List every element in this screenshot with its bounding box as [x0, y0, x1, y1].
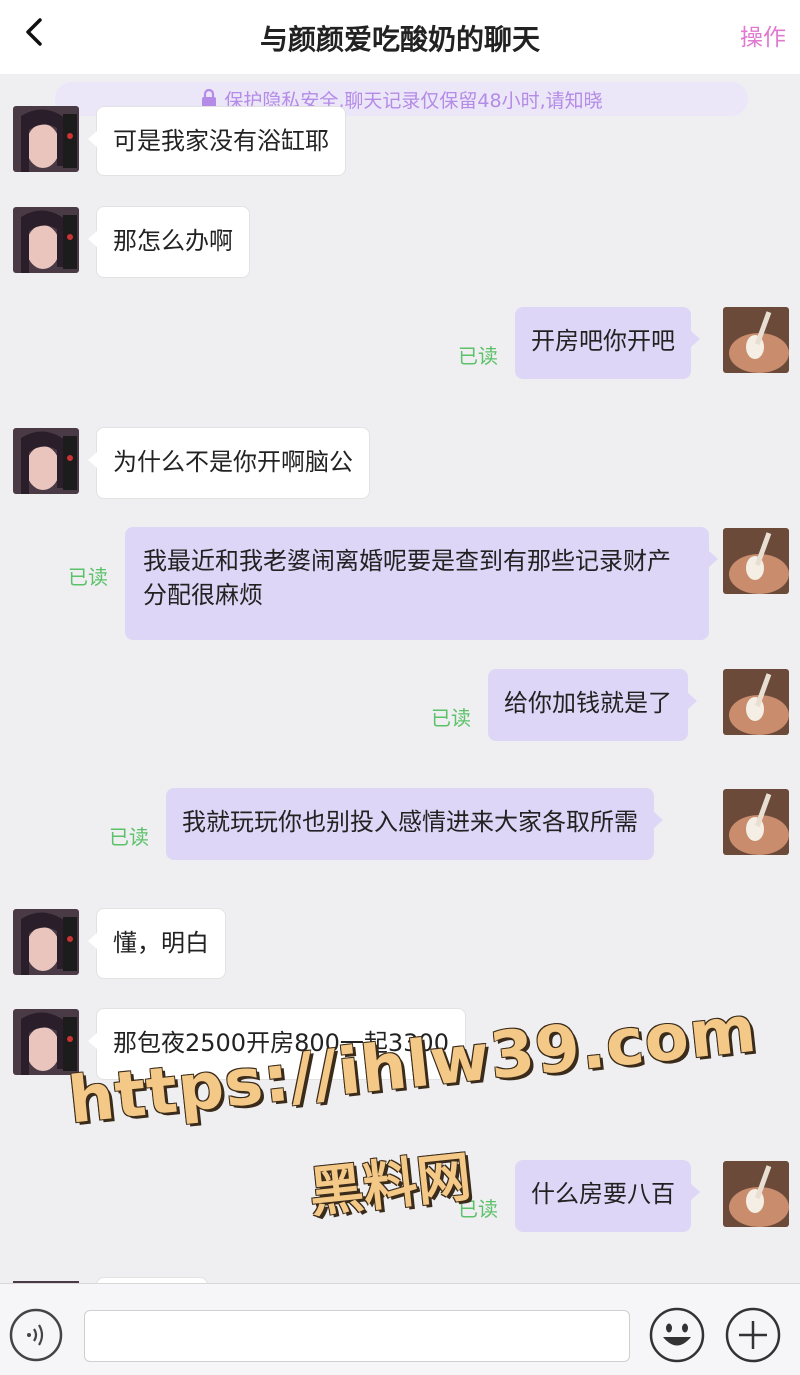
read-status: 已读 — [431, 706, 471, 730]
header-bar: 与颜颜爱吃酸奶的聊天 操作 — [0, 0, 800, 74]
voice-icon — [9, 1308, 63, 1362]
message-bubble-right: 我就玩玩你也别投入感情进来大家各取所需 — [166, 788, 663, 860]
plus-icon — [725, 1307, 781, 1363]
contact-avatar[interactable] — [13, 1009, 79, 1075]
contact-avatar[interactable] — [13, 428, 79, 494]
my-avatar[interactable] — [723, 1161, 789, 1227]
message-bubble-left: 那怎么办啊 — [88, 206, 250, 278]
read-status: 已读 — [458, 344, 498, 368]
plus-button[interactable] — [724, 1306, 782, 1364]
message-bubble-left: 懂，明白 — [88, 908, 226, 979]
message-bubble-left: 那包夜2500开房800一起3300 — [88, 1008, 466, 1080]
my-avatar[interactable] — [723, 669, 789, 735]
smiley-icon — [649, 1307, 705, 1363]
my-avatar[interactable] — [723, 789, 789, 855]
contact-avatar[interactable] — [13, 207, 79, 273]
message-bubble-right: 开房吧你开吧 — [515, 307, 700, 379]
message-input[interactable] — [84, 1310, 630, 1362]
message-bubble-right: 什么房要八百 — [515, 1160, 700, 1232]
my-avatar[interactable] — [723, 307, 789, 373]
read-status: 已读 — [109, 825, 149, 849]
action-button[interactable]: 操作 — [740, 18, 786, 52]
input-bar — [0, 1283, 800, 1375]
my-avatar[interactable] — [723, 528, 789, 594]
chat-title: 与颜颜爱吃酸奶的聊天 — [259, 23, 540, 56]
message-bubble-right: 给你加钱就是了 — [488, 669, 697, 741]
chat-screen: 与颜颜爱吃酸奶的聊天 操作 保护隐私安全,聊天记录仅保留48小时,请知晓 可是我… — [0, 0, 800, 1375]
back-button[interactable] — [18, 14, 54, 50]
message-bubble-right: 我最近和我老婆闹离婚呢要是查到有那些记录财产分配很麻烦 — [125, 527, 718, 640]
chevron-left-icon — [26, 18, 42, 46]
contact-avatar[interactable] — [13, 909, 79, 975]
read-status: 已读 — [68, 565, 108, 589]
emoji-button[interactable] — [648, 1306, 706, 1364]
message-bubble-left: 为什么不是你开啊脑公 — [88, 427, 370, 499]
voice-button[interactable] — [9, 1308, 63, 1362]
message-bubble-left: 可是我家没有浴缸耶 — [88, 106, 346, 176]
read-status: 已读 — [458, 1197, 498, 1221]
contact-avatar[interactable] — [13, 106, 79, 172]
